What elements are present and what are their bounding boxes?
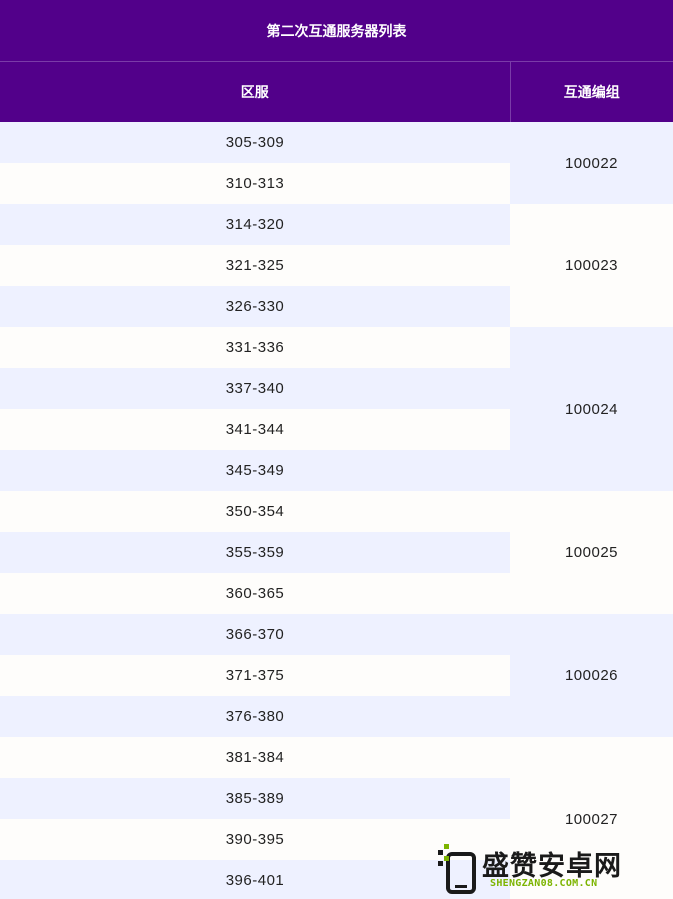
server-range-cell: 337-340 [0, 368, 510, 409]
group-id-cell: 100025 [510, 491, 673, 614]
server-range-cell: 390-395 [0, 819, 510, 860]
table-header-row: 区服 互通编组 [0, 61, 673, 122]
server-range-cell: 345-349 [0, 450, 510, 491]
group-id-cell: 100023 [510, 204, 673, 327]
server-range-cell: 381-384 [0, 737, 510, 778]
server-range-cell: 366-370 [0, 614, 510, 655]
server-range-cell: 341-344 [0, 409, 510, 450]
column-header-server: 区服 [0, 61, 510, 122]
server-range-cell: 371-375 [0, 655, 510, 696]
server-range-cell: 314-320 [0, 204, 510, 245]
page: 第二次互通服务器列表 区服 互通编组 305-309 100022 310-31… [0, 0, 673, 899]
table-row: 331-336 100024 [0, 327, 673, 491]
server-range-cell: 321-325 [0, 245, 510, 286]
group-id-cell: 100022 [510, 122, 673, 204]
server-range-cell: 360-365 [0, 573, 510, 614]
server-range-cell: 350-354 [0, 491, 510, 532]
server-range-cell: 385-389 [0, 778, 510, 819]
table-row: 381-384 100027 [0, 737, 673, 899]
column-header-group: 互通编组 [509, 61, 673, 122]
server-table: 第二次互通服务器列表 区服 互通编组 305-309 100022 310-31… [0, 0, 673, 899]
server-range-cell: 396-401 [0, 860, 510, 899]
table-title: 第二次互通服务器列表 [0, 0, 673, 62]
table-row: 305-309 100022 [0, 122, 673, 204]
server-range-cell: 355-359 [0, 532, 510, 573]
table-row: 314-320 100023 [0, 204, 673, 327]
server-range-cell: 310-313 [0, 163, 510, 204]
server-range-cell: 331-336 [0, 327, 510, 368]
group-id-cell: 100024 [510, 327, 673, 491]
server-range-cell: 305-309 [0, 122, 510, 163]
group-id-cell: 100026 [510, 614, 673, 737]
server-range-cell: 376-380 [0, 696, 510, 737]
group-id-cell: 100027 [510, 737, 673, 899]
table-row: 350-354 100025 [0, 491, 673, 614]
table-title-row: 第二次互通服务器列表 [0, 0, 673, 62]
server-range-cell: 326-330 [0, 286, 510, 327]
table-row: 366-370 100026 [0, 614, 673, 737]
